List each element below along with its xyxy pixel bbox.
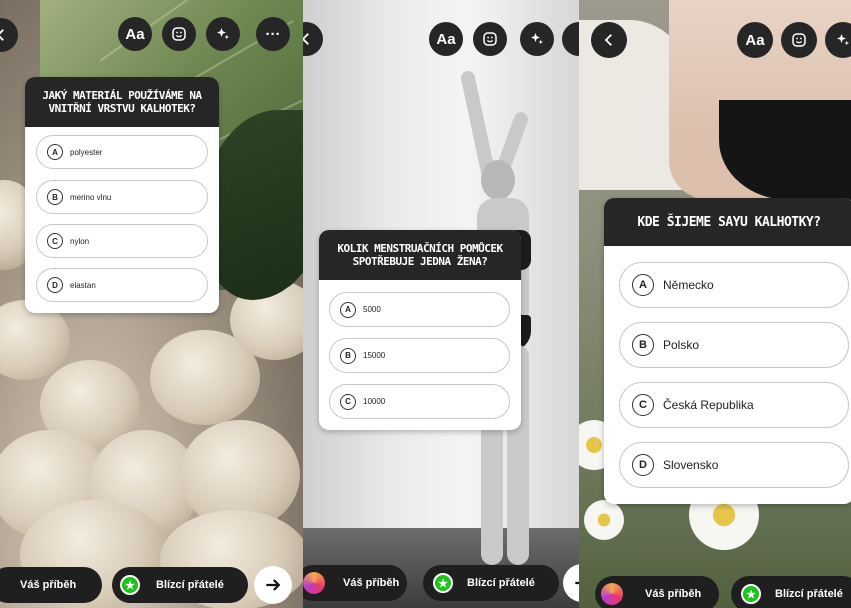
text-tool-button[interactable]: Aa (429, 22, 463, 56)
send-button[interactable] (254, 566, 292, 604)
option-text: Německo (663, 278, 714, 292)
back-button[interactable] (0, 18, 18, 52)
option-text: 10000 (363, 397, 386, 406)
option-letter: D (632, 454, 654, 476)
quiz-option-d[interactable]: D elastan (36, 268, 208, 302)
option-letter: B (47, 189, 63, 205)
quiz-sticker[interactable]: Jaký materiál používáme na vnitřní vrstv… (25, 77, 219, 313)
option-text: nylon (70, 236, 90, 246)
option-text: elastan (70, 280, 96, 290)
star-icon: ★ (433, 573, 453, 593)
quiz-option-b[interactable]: B merino vlnu (36, 180, 208, 214)
quiz-sticker[interactable]: Kolik menstruačních pomůcek spotřebuje j… (319, 230, 521, 430)
option-text: Slovensko (663, 458, 719, 472)
your-story-label: Váš příběh (20, 579, 77, 591)
back-chevron-icon (604, 34, 612, 46)
quiz-sticker[interactable]: Kde šijeme Sayu kalhotky? A Německo B Po… (604, 198, 851, 504)
sticker-icon (172, 27, 186, 41)
quiz-option-c[interactable]: C Česká Republika (619, 382, 849, 428)
quiz-option-a[interactable]: A polyester (36, 135, 208, 169)
quiz-question: Kde šijeme Sayu kalhotky? (604, 198, 851, 246)
quiz-option-c[interactable]: C nylon (36, 224, 208, 258)
option-letter: A (47, 144, 63, 160)
text-tool-label: Aa (436, 30, 456, 48)
sticker-button[interactable] (473, 22, 507, 56)
option-text: 15000 (363, 351, 386, 360)
daisy-image (584, 500, 624, 540)
close-friends-button[interactable]: ★ Blízcí přátelé (423, 565, 559, 601)
more-button[interactable] (562, 22, 579, 56)
quiz-option-b[interactable]: B Polsko (619, 322, 849, 368)
avatar (601, 583, 623, 605)
option-letter: C (340, 393, 356, 410)
close-friends-button[interactable]: ★ Blízcí přátelé (112, 567, 248, 603)
close-friends-label: Blízcí přátelé (156, 579, 224, 591)
option-text: Polsko (663, 338, 700, 352)
option-text: 5000 (363, 305, 381, 314)
close-friends-label: Blízcí přátelé (467, 577, 535, 589)
back-chevron-icon (0, 29, 4, 41)
sticker-button[interactable] (162, 17, 196, 51)
option-text: Česká Republika (663, 398, 754, 412)
option-text: polyester (70, 147, 103, 157)
option-letter: A (632, 274, 654, 296)
option-letter: B (632, 334, 654, 356)
back-chevron-icon (303, 33, 309, 45)
sticker-icon (792, 33, 806, 47)
quiz-option-c[interactable]: C 10000 (329, 384, 510, 419)
option-letter: C (47, 233, 63, 249)
option-letter: C (632, 394, 654, 416)
story-panel-1: Aa ··· Jaký materiál používáme na vnitřn… (0, 0, 303, 608)
your-story-label: Váš příběh (343, 577, 400, 589)
back-button[interactable] (591, 22, 627, 58)
sticker-button[interactable] (781, 22, 817, 58)
back-button[interactable] (303, 22, 323, 56)
text-tool-button[interactable]: Aa (118, 17, 152, 51)
close-friends-label: Blízcí přátelé (775, 588, 843, 600)
text-tool-label: Aa (745, 31, 765, 49)
option-letter: A (340, 301, 356, 318)
quiz-option-b[interactable]: B 15000 (329, 338, 510, 373)
text-tool-label: Aa (125, 25, 145, 43)
star-icon: ★ (741, 584, 761, 604)
quiz-question: Jaký materiál používáme na vnitřní vrstv… (25, 77, 219, 127)
story-panel-2: Aa Kolik menstruačních pomůcek spotřebuj… (303, 0, 579, 608)
text-tool-button[interactable]: Aa (737, 22, 773, 58)
close-friends-button[interactable]: ★ Blízcí přátelé (731, 576, 851, 608)
effects-sparkle-icon (531, 33, 543, 45)
option-letter: D (47, 277, 63, 293)
story-panel-3: Aa Kde šijeme Sayu kalhotky? A Německo B… (579, 0, 851, 608)
more-icon: ··· (265, 25, 281, 43)
effects-button[interactable] (206, 17, 240, 51)
option-letter: B (340, 347, 356, 364)
quiz-option-a[interactable]: A 5000 (329, 292, 510, 327)
your-story-button[interactable]: Váš příběh (303, 565, 407, 601)
your-story-label: Váš příběh (645, 588, 702, 600)
avatar (303, 572, 325, 594)
effects-sparkle-icon (217, 28, 229, 40)
star-icon: ★ (120, 575, 140, 595)
your-story-button[interactable]: Váš příběh (0, 567, 102, 603)
arrow-right-icon (266, 579, 281, 591)
effects-sparkle-icon (837, 34, 849, 46)
sticker-icon (483, 32, 497, 46)
your-story-button[interactable]: Váš příběh (595, 576, 719, 608)
quiz-option-d[interactable]: D Slovensko (619, 442, 849, 488)
option-text: merino vlnu (70, 192, 112, 202)
quiz-question: Kolik menstruačních pomůcek spotřebuje j… (319, 230, 521, 280)
arrow-right-icon (575, 581, 579, 585)
more-button[interactable]: ··· (256, 17, 290, 51)
effects-button[interactable] (520, 22, 554, 56)
quiz-option-a[interactable]: A Německo (619, 262, 849, 308)
